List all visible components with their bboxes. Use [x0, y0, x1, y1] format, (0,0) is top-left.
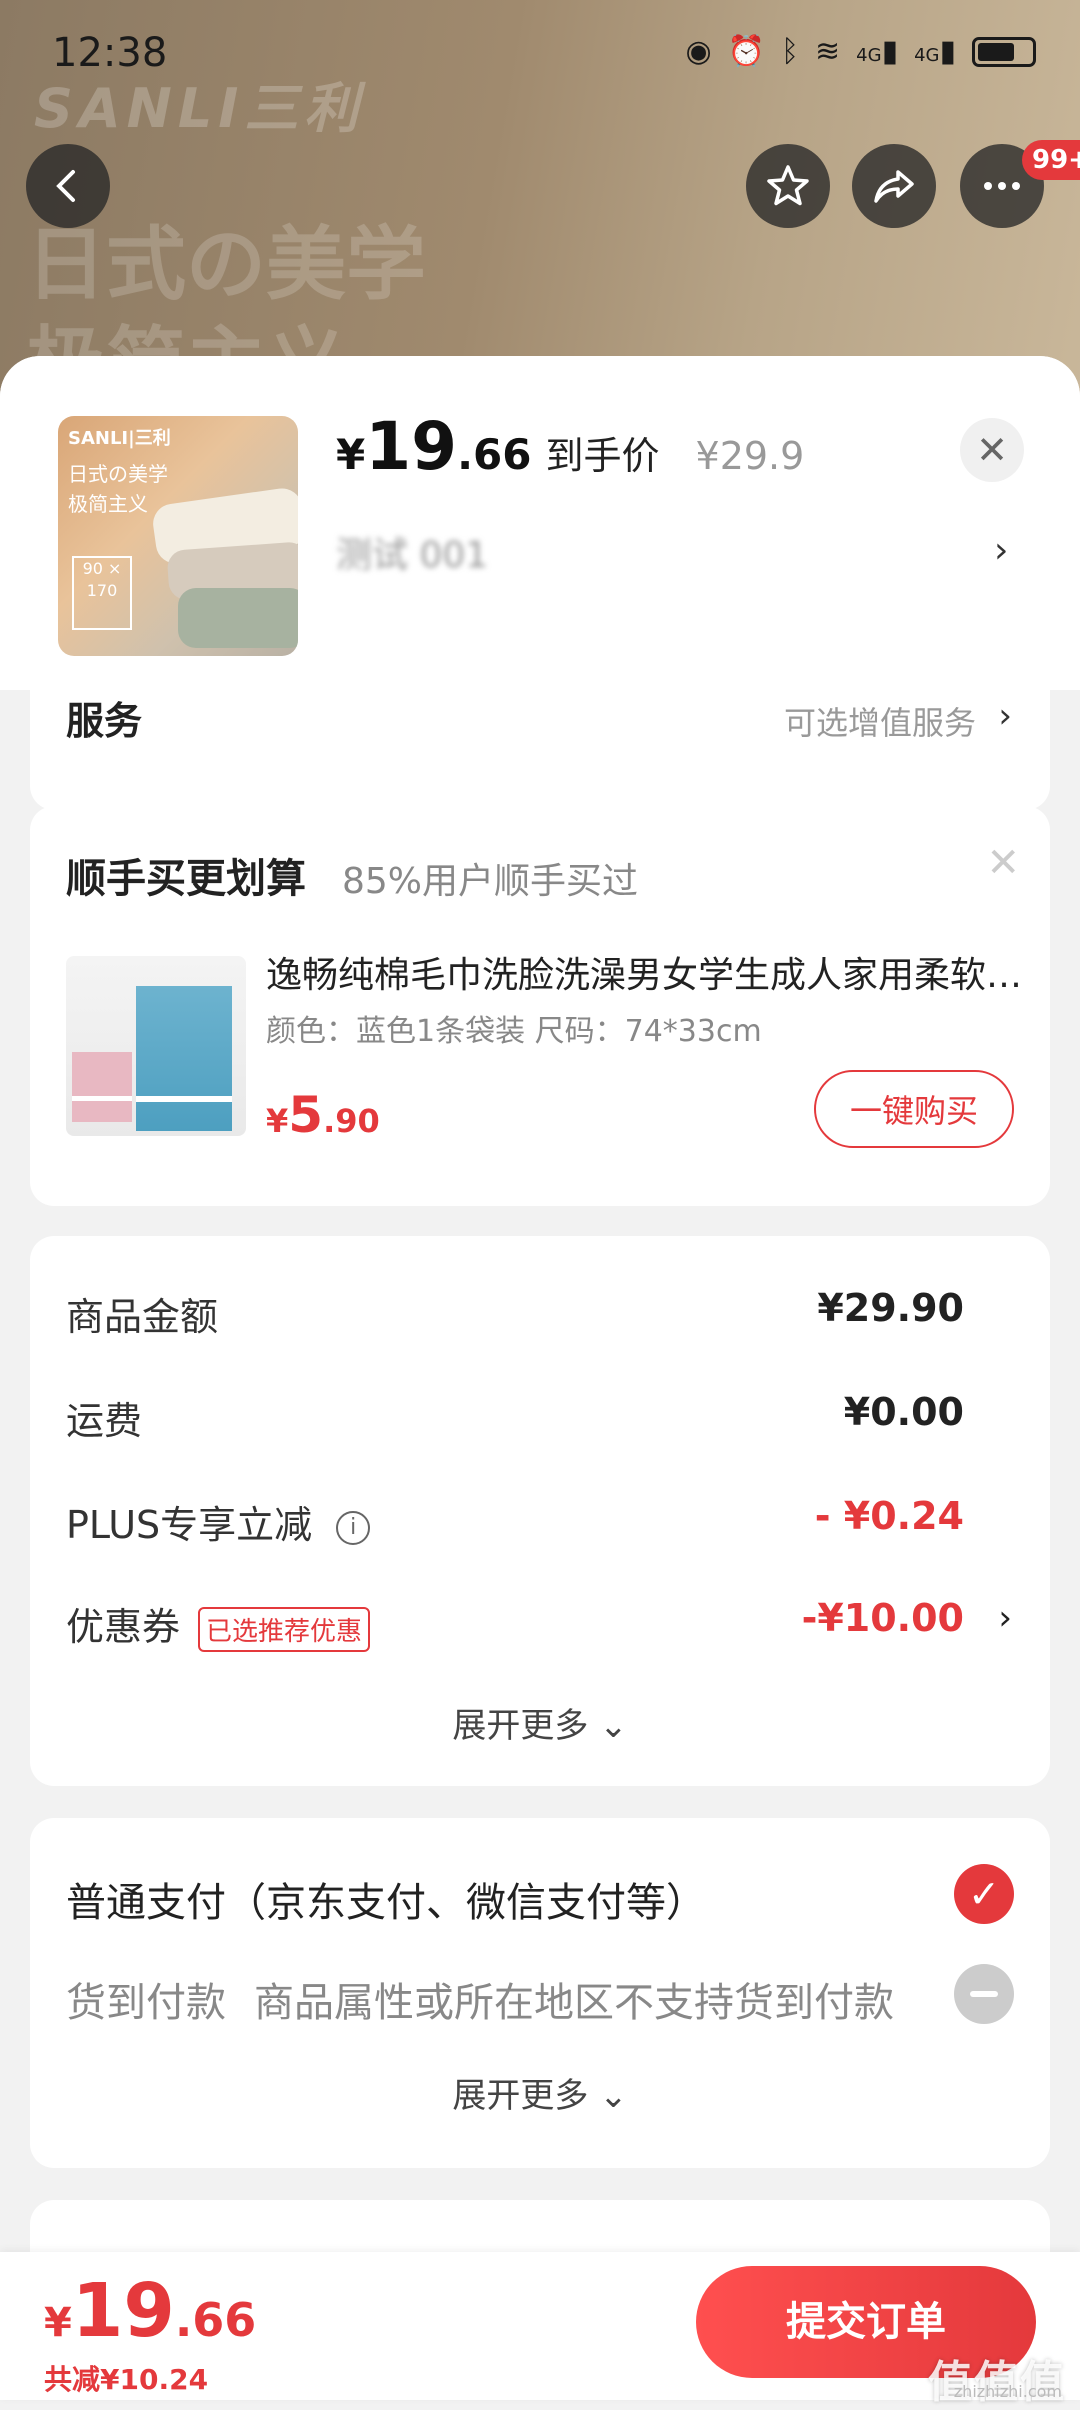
- fee-expand-label: 展开更多: [452, 1706, 589, 1746]
- goods-amount-row: 商品金额 ¥29.90: [66, 1286, 1012, 1346]
- cod-note: 商品属性或所在地区不支持货到付款: [254, 1980, 894, 2026]
- chevron-right-icon: ›: [998, 1598, 1012, 1638]
- chevron-down-icon: ⌄: [599, 1706, 628, 1746]
- towel-pink-stripe: [72, 1096, 132, 1101]
- total-price-symbol: ¥: [44, 2300, 72, 2346]
- plus-discount-row: PLUS专享立减 i - ¥0.24: [66, 1494, 1012, 1554]
- selected-spec[interactable]: 测试 001: [336, 526, 488, 578]
- back-button[interactable]: [26, 144, 110, 228]
- cod-payment-option: 货到付款 商品属性或所在地区不支持货到付款: [66, 1970, 894, 2028]
- battery-icon: [972, 36, 1036, 67]
- goods-amount-value: ¥29.90: [817, 1286, 964, 1330]
- service-title: 服务: [66, 699, 143, 743]
- total-price-decimal: .66: [174, 2293, 257, 2347]
- towel-blue-stripe: [136, 1096, 232, 1102]
- chevron-left-icon: [56, 170, 75, 202]
- thumb-line1: 日式の美学: [68, 462, 168, 486]
- share-icon: [874, 170, 914, 203]
- bluetooth-icon: ᛒ: [781, 34, 800, 69]
- plus-discount-label-wrap: PLUS专享立减 i: [66, 1494, 371, 1549]
- thumb-line2: 极简主义: [68, 492, 148, 516]
- price-label: 到手价: [545, 434, 660, 478]
- addon-card: 顺手买更划算 85%用户顺手买过 ✕ 逸畅纯棉毛巾洗脸洗澡男女学生成人家用柔软吸…: [30, 806, 1050, 1206]
- one-click-buy-button[interactable]: 一键购买: [814, 1070, 1014, 1148]
- star-icon: [767, 165, 809, 206]
- coupon-label-wrap: 优惠券 已选推荐优惠: [66, 1596, 371, 1652]
- total-price-integer: 19: [71, 2268, 175, 2354]
- message-badge: 99+: [1022, 140, 1080, 180]
- chevron-right-icon[interactable]: ›: [994, 530, 1008, 571]
- fee-expand-more[interactable]: 展开更多 ⌄: [30, 1698, 1050, 1747]
- coupon-row[interactable]: 优惠券 已选推荐优惠 -¥10.00 ›: [66, 1596, 1012, 1656]
- close-button[interactable]: ✕: [960, 418, 1024, 482]
- price-decimal: .66: [457, 430, 532, 479]
- disabled-icon: [954, 1964, 1014, 2024]
- info-icon[interactable]: i: [336, 1510, 371, 1545]
- original-price: ¥29.9: [695, 434, 805, 478]
- addon-price-decimal: .90: [323, 1102, 380, 1140]
- signal-icon-2: 4G▮: [914, 34, 956, 69]
- shipping-value: ¥0.00: [843, 1390, 964, 1434]
- close-icon[interactable]: ✕: [986, 840, 1020, 886]
- service-card[interactable]: 服务 可选增值服务 ›: [30, 690, 1050, 810]
- addon-price-symbol: ¥: [266, 1102, 289, 1140]
- service-hint: 可选增值服务: [783, 704, 976, 742]
- coupon-label: 优惠券: [66, 1605, 181, 1649]
- wifi-icon: ≋: [815, 34, 841, 69]
- status-time: 12:38: [52, 30, 168, 76]
- payment-expand-more[interactable]: 展开更多 ⌄: [30, 2068, 1050, 2117]
- check-icon[interactable]: ✓: [954, 1864, 1014, 1924]
- shipping-row: 运费 ¥0.00: [66, 1390, 1012, 1450]
- final-price: ¥ 19 .66 到手价 ¥29.9: [336, 408, 804, 485]
- product-thumbnail[interactable]: SANLI|三利 日式の美学 极简主义 90 × 170: [58, 416, 298, 656]
- shipping-label: 运费: [66, 1399, 143, 1443]
- signal-icon-1: 4G▮: [856, 34, 899, 69]
- alarm-icon: ⏰: [727, 34, 766, 69]
- plus-discount-value: - ¥0.24: [814, 1494, 964, 1538]
- payment-expand-label: 展开更多: [452, 2076, 589, 2116]
- status-icons: ◉ ⏰ ᛒ ≋ 4G▮ 4G▮: [685, 34, 1036, 69]
- total-saved: 共减¥10.24: [44, 2363, 209, 2396]
- total-price: ¥ 19 .66: [44, 2268, 256, 2354]
- plus-discount-label: PLUS专享立减: [66, 1503, 313, 1547]
- cod-label: 货到付款: [66, 1980, 226, 2026]
- chevron-right-icon: ›: [998, 696, 1012, 736]
- thumb-size: 90 × 170: [72, 556, 132, 630]
- towel-pink-shape: [72, 1052, 132, 1122]
- addon-item-image[interactable]: [66, 956, 246, 1136]
- price-symbol: ¥: [336, 430, 366, 479]
- chevron-down-icon: ⌄: [599, 2076, 628, 2116]
- watermark-url: zhizhizhi.com: [953, 2382, 1062, 2401]
- addon-title: 顺手买更划算: [66, 856, 306, 902]
- coupon-value: -¥10.00: [801, 1596, 964, 1640]
- addon-subtitle: 85%用户顺手买过: [342, 861, 639, 902]
- coupon-tag: 已选推荐优惠: [198, 1607, 371, 1652]
- favorite-button[interactable]: [746, 144, 830, 228]
- thumb-towel-3: [178, 588, 298, 648]
- towel-blue-shape: [136, 986, 232, 1131]
- payment-card: 普通支付（京东支付、微信支付等） ✓ 货到付款 商品属性或所在地区不支持货到付款 …: [30, 1818, 1050, 2168]
- addon-item-price: ¥ 5 .90: [266, 1086, 380, 1144]
- share-button[interactable]: [852, 144, 936, 228]
- bottom-bar: ¥ 19 .66 共减¥10.24 提交订单: [0, 2252, 1080, 2400]
- order-sheet: SANLI|三利 日式の美学 极简主义 90 × 170 ¥ 19 .66 到手…: [0, 356, 1080, 2400]
- product-header: SANLI|三利 日式の美学 极简主义 90 × 170 ¥ 19 .66 到手…: [0, 356, 1080, 690]
- eye-icon: ◉: [685, 34, 712, 69]
- goods-amount-label: 商品金额: [66, 1295, 219, 1339]
- fee-card: 商品金额 ¥29.90 运费 ¥0.00 PLUS专享立减 i - ¥0.24 优…: [30, 1236, 1050, 1786]
- thumb-brand: SANLI|三利: [68, 428, 171, 449]
- more-dots-icon: [984, 182, 1020, 190]
- addon-item-name[interactable]: 逸畅纯棉毛巾洗脸洗澡男女学生成人家用柔软吸水: [266, 946, 1026, 998]
- addon-item-attributes: 颜色：蓝色1条袋装 尺码：74*33cm: [266, 1014, 762, 1049]
- price-integer: 19: [365, 408, 458, 485]
- normal-payment-option[interactable]: 普通支付（京东支付、微信支付等）: [66, 1870, 706, 1928]
- addon-price-integer: 5: [288, 1086, 324, 1144]
